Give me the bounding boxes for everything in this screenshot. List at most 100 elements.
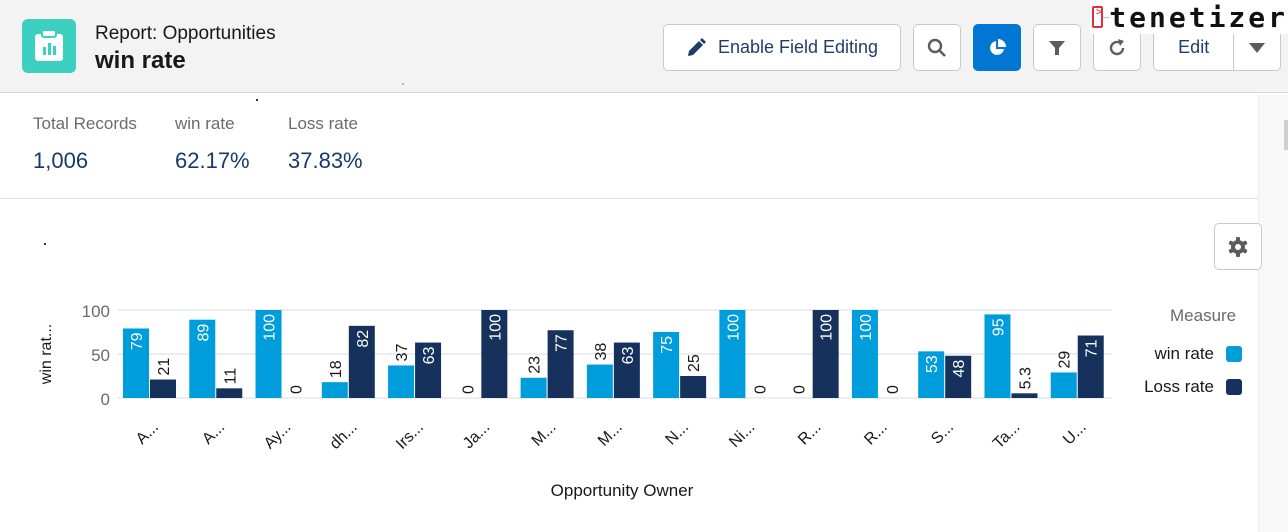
- metric-win-rate: win rate 62.17%: [175, 114, 250, 174]
- data-label: 53: [924, 355, 941, 373]
- x-tick-label: Irs...: [393, 419, 427, 453]
- data-label: 79: [129, 332, 146, 350]
- bar-win-rate: [520, 377, 547, 398]
- x-tick-label: A...: [133, 419, 162, 448]
- data-label: 0: [752, 385, 769, 394]
- data-label: 0: [885, 385, 902, 394]
- scrollbar-thumb[interactable]: [1284, 120, 1288, 150]
- data-label: 100: [858, 314, 875, 341]
- brand-name: tenetizer: [1109, 0, 1288, 34]
- x-tick-label: U...: [1060, 419, 1090, 449]
- metric-total-records: Total Records 1,006: [33, 114, 137, 174]
- metric-loss-rate: Loss rate 37.83%: [288, 114, 363, 174]
- pie-chart-icon: [990, 38, 1006, 55]
- x-tick-label: M...: [595, 419, 626, 450]
- data-label: 38: [593, 343, 610, 361]
- data-label: 5.3: [1017, 367, 1034, 389]
- data-label: 100: [725, 314, 742, 341]
- edit-menu-button[interactable]: [1234, 42, 1280, 54]
- legend-title: Measure: [1170, 306, 1237, 325]
- bar-win-rate: [1050, 372, 1077, 398]
- data-label: 100: [262, 314, 279, 341]
- legend-label: Loss rate: [1144, 377, 1214, 396]
- data-label: 0: [792, 385, 809, 394]
- chart-settings-button[interactable]: [1214, 223, 1262, 270]
- y-tick-label: 0: [101, 390, 110, 409]
- legend-label: win rate: [1154, 344, 1214, 363]
- brand-watermark: >_ tenetizer: [1090, 0, 1288, 34]
- data-label: 0: [289, 385, 306, 394]
- x-tick-label: N...: [662, 419, 692, 449]
- x-tick-label: Ja...: [460, 419, 493, 452]
- data-label: 29: [1057, 351, 1074, 369]
- gear-icon: [1228, 236, 1248, 257]
- artifact-dot: [402, 83, 404, 85]
- bar-win-rate: [586, 364, 613, 398]
- y-axis-label: win rat...: [38, 324, 55, 385]
- legend-item-loss-rate[interactable]: Loss rate: [1120, 377, 1242, 397]
- metric-label: win rate: [175, 114, 235, 133]
- bar-win-rate: [388, 365, 415, 398]
- data-label: 25: [686, 354, 703, 372]
- metric-label: Total Records: [33, 114, 137, 133]
- data-label: 100: [819, 314, 836, 341]
- bar-loss-rate: [680, 376, 707, 398]
- x-axis-label: Opportunity Owner: [551, 481, 694, 500]
- x-tick-label: R...: [795, 419, 825, 449]
- data-label: 11: [222, 368, 239, 385]
- x-tick-label: Ay...: [261, 419, 295, 453]
- y-tick-label: 100: [82, 302, 110, 321]
- data-label: 0: [460, 385, 477, 394]
- data-label: 18: [328, 360, 345, 378]
- x-tick-label: Ni...: [726, 419, 758, 451]
- report-icon: [22, 19, 76, 73]
- caret-down-icon: [1249, 42, 1266, 53]
- data-label: 89: [195, 324, 212, 342]
- data-label: 100: [487, 314, 504, 341]
- pencil-icon: [687, 37, 706, 56]
- scrollbar[interactable]: [1258, 94, 1288, 532]
- data-label: 63: [620, 346, 637, 364]
- terminal-icon: >_: [1092, 5, 1109, 28]
- y-tick-label: 50: [91, 346, 110, 365]
- report-type: Report: Opportunities: [95, 23, 276, 44]
- data-label: 63: [421, 346, 438, 364]
- enable-field-editing-button[interactable]: Enable Field Editing: [663, 24, 901, 71]
- bar-loss-rate: [150, 379, 176, 398]
- refresh-icon: [1109, 38, 1125, 55]
- data-label: 82: [355, 330, 372, 348]
- x-tick-label: Ta...: [990, 419, 1023, 452]
- edit-button[interactable]: Edit: [1154, 37, 1233, 58]
- chart-toggle-button[interactable]: [973, 24, 1021, 71]
- x-tick-label: R...: [861, 419, 891, 449]
- data-label: 71: [1084, 339, 1101, 357]
- artifact-dot: [256, 99, 258, 101]
- report-header: Report: Opportunities win rate Enable Fi…: [0, 0, 1288, 93]
- filter-button[interactable]: [1033, 24, 1081, 71]
- legend-swatch: [1226, 379, 1242, 395]
- x-tick-label: M...: [529, 419, 560, 450]
- x-tick-label: S...: [928, 419, 957, 448]
- page-title: win rate: [95, 47, 186, 74]
- bar-loss-rate: [216, 388, 243, 398]
- metric-value: 1,006: [33, 148, 89, 173]
- summary-metrics: Total Records 1,006 win rate 62.17% Loss…: [0, 94, 1258, 199]
- metric-value: 37.83%: [288, 148, 363, 173]
- bar-chart: 0 50 100 win rat... 79 21 A... 89 11 A... 100 0 Ay..…: [38, 302, 1112, 500]
- metric-label: Loss rate: [288, 114, 358, 133]
- data-label: 95: [990, 318, 1007, 336]
- data-label: 48: [951, 360, 968, 378]
- filter-icon: [1049, 40, 1065, 55]
- data-label: 21: [156, 358, 173, 376]
- legend-item-win-rate[interactable]: win rate: [1120, 344, 1242, 364]
- data-label: 77: [554, 334, 571, 352]
- search-button[interactable]: [913, 24, 961, 71]
- enable-field-editing-label: Enable Field Editing: [717, 37, 879, 57]
- data-label: 75: [659, 336, 676, 354]
- x-tick-label: dh...: [327, 419, 361, 453]
- metric-value: 62.17%: [175, 148, 250, 173]
- bar-win-rate: [321, 382, 348, 398]
- bar-loss-rate: [1011, 393, 1038, 398]
- legend-swatch: [1226, 346, 1242, 362]
- search-icon: [927, 38, 946, 57]
